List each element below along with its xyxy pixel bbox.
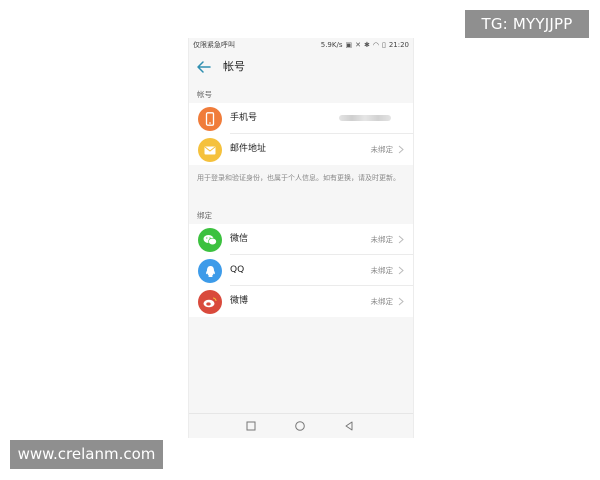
home-icon[interactable] (294, 420, 306, 432)
clock: 21:20 (388, 41, 409, 49)
row-label: 微信 (230, 234, 249, 244)
recents-icon[interactable] (245, 420, 257, 432)
account-help-text: 用于登录和验证身份，也属于个人信息。如有更换，请及时更新。 (197, 174, 400, 182)
system-nav-bar (189, 413, 413, 438)
masked-phone-number (339, 115, 391, 121)
wechat-icon (198, 228, 222, 252)
row-label: 微博 (230, 296, 249, 306)
site-watermark: www.crelanm.com (10, 440, 163, 469)
section-header-binding: 绑定 (197, 211, 212, 220)
account-card: 手机号 邮件地址 未绑定 (189, 103, 413, 165)
mail-icon (198, 138, 222, 162)
tg-watermark: TG: MYYJJPP (465, 10, 589, 38)
row-label: QQ (230, 265, 245, 275)
carrier-text: 仅限紧急呼叫 (193, 41, 235, 49)
arrow-left-icon[interactable] (196, 59, 212, 75)
qq-icon (198, 259, 222, 283)
wifi-icon: ◠ (372, 41, 379, 49)
nfc-icon: ▣ (345, 41, 353, 49)
row-label: 邮件地址 (230, 144, 267, 154)
chevron-right-icon (398, 235, 404, 244)
chevron-right-icon (398, 145, 404, 154)
battery-icon: ▯ (381, 41, 386, 49)
chevron-right-icon (398, 266, 404, 275)
row-status: 未绑定 (370, 235, 394, 244)
row-status: 未绑定 (370, 266, 394, 275)
binding-card: 微信 未绑定 QQ 未绑定 微博 未绑定 (189, 224, 413, 317)
chevron-right-icon (398, 297, 404, 306)
row-wechat[interactable]: 微信 未绑定 (189, 224, 413, 255)
weibo-icon (198, 290, 222, 314)
app-bar: 帐号 (189, 52, 413, 82)
section-header-account: 帐号 (197, 90, 212, 99)
phone-icon (198, 107, 222, 131)
row-phone[interactable]: 手机号 (189, 103, 413, 134)
phone-screen: 仅限紧急呼叫 5.9K/s ▣ ✕ ✱ ◠ ▯ 21:20 帐号 帐号 手机号 … (188, 38, 414, 438)
page-title: 帐号 (223, 60, 245, 73)
row-email[interactable]: 邮件地址 未绑定 (189, 134, 413, 165)
status-icons: 5.9K/s ▣ ✕ ✱ ◠ ▯ 21:20 (321, 38, 409, 52)
row-status: 未绑定 (370, 297, 394, 306)
mute-icon: ✕ (355, 41, 361, 49)
row-label: 手机号 (230, 113, 258, 123)
row-qq[interactable]: QQ 未绑定 (189, 255, 413, 286)
status-bar: 仅限紧急呼叫 5.9K/s ▣ ✕ ✱ ◠ ▯ 21:20 (189, 38, 413, 52)
back-triangle-icon[interactable] (343, 420, 355, 432)
row-status: 未绑定 (370, 145, 394, 154)
network-speed: 5.9K/s (320, 41, 343, 49)
bluetooth-icon: ✱ (363, 41, 370, 49)
screenshot-stage: TG: MYYJJPP 仅限紧急呼叫 5.9K/s ▣ ✕ ✱ ◠ ▯ 21:2… (0, 0, 600, 480)
row-weibo[interactable]: 微博 未绑定 (189, 286, 413, 317)
